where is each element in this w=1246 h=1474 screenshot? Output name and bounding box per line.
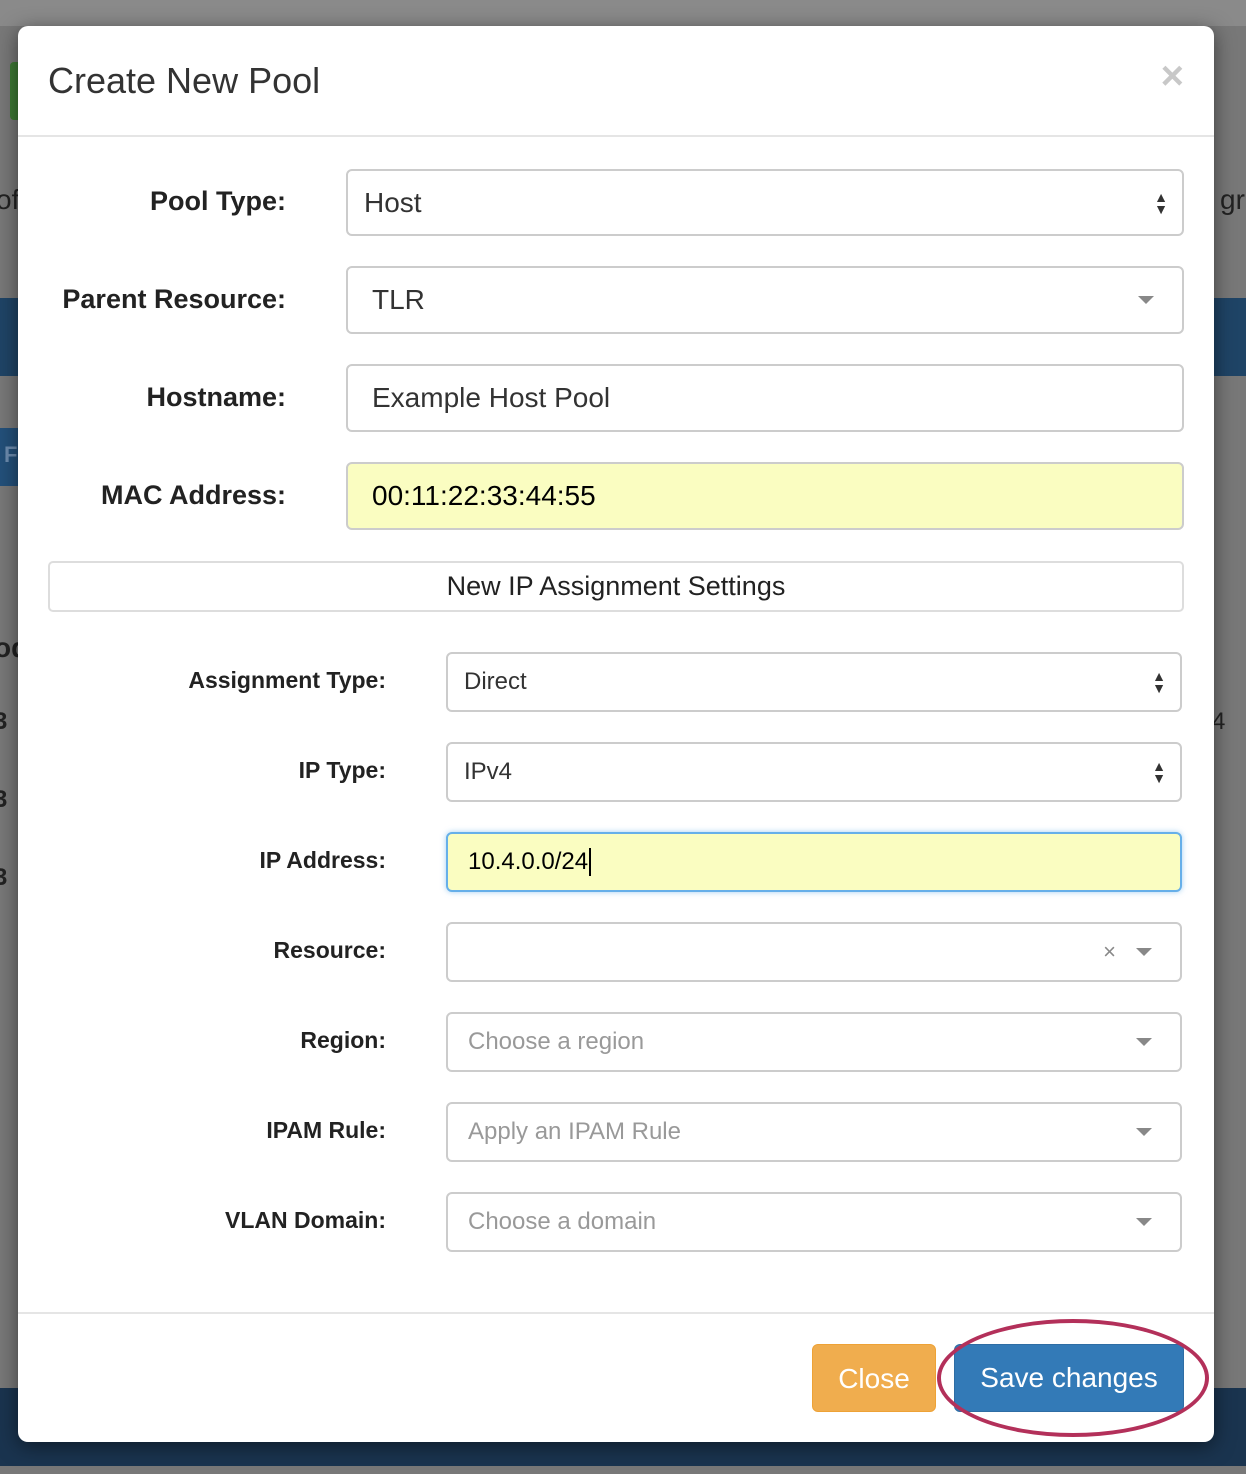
- resource-label: Resource:: [273, 937, 386, 963]
- ip-type-label: IP Type:: [298, 757, 386, 783]
- select-arrows-icon: ▲ ▼: [1152, 758, 1166, 786]
- create-pool-modal: Create New Pool × Pool Type: Host ▲ ▼ Par…: [18, 26, 1214, 1442]
- ipam-rule-placeholder: Apply an IPAM Rule: [468, 1118, 681, 1145]
- vlan-domain-placeholder: Choose a domain: [468, 1208, 657, 1235]
- assignment-type-select[interactable]: Direct ▲ ▼: [446, 652, 1182, 712]
- parent-resource-label: Parent Resource:: [62, 284, 286, 314]
- region-placeholder: Choose a region: [468, 1028, 645, 1055]
- ipam-rule-label: IPAM Rule:: [266, 1117, 386, 1143]
- select-arrows-icon: ▲ ▼: [1152, 668, 1166, 696]
- background-text: 3: [0, 786, 8, 813]
- background-text: of: [0, 184, 20, 215]
- chevron-down-icon: [1136, 1128, 1152, 1136]
- vlan-domain-label: VLAN Domain:: [225, 1207, 386, 1233]
- chevron-down-icon: [1136, 1038, 1152, 1046]
- hostname-value: Example Host Pool: [372, 382, 611, 413]
- chevron-down-icon: [1136, 1218, 1152, 1226]
- chevron-down-icon: [1138, 296, 1154, 304]
- background-text: 4: [1212, 708, 1226, 735]
- pool-type-value: Host: [364, 186, 422, 218]
- pool-type-label: Pool Type:: [149, 186, 286, 216]
- ip-address-label: IP Address:: [259, 847, 386, 873]
- assignment-type-value: Direct: [464, 668, 527, 695]
- background-topbar: [0, 0, 1246, 26]
- parent-resource-value: TLR: [372, 284, 425, 315]
- assignment-type-label: Assignment Type:: [188, 667, 386, 693]
- modal-header: Create New Pool ×: [18, 26, 1214, 137]
- ip-address-value: 10.4.0.0/24: [468, 848, 589, 875]
- ip-type-select[interactable]: IPv4 ▲ ▼: [446, 742, 1182, 802]
- hostname-label: Hostname:: [146, 382, 286, 412]
- close-button[interactable]: Close: [812, 1344, 936, 1412]
- hostname-input[interactable]: Example Host Pool: [346, 364, 1184, 432]
- region-label: Region:: [300, 1027, 386, 1053]
- chevron-down-icon: [1136, 948, 1152, 956]
- background-text: gr: [1220, 184, 1245, 215]
- mac-address-value: 00:11:22:33:44:55: [372, 480, 596, 511]
- select-arrows-icon: ▲ ▼: [1154, 188, 1168, 217]
- mac-address-label: MAC Address:: [100, 480, 286, 510]
- ipam-rule-select[interactable]: Apply an IPAM Rule: [446, 1102, 1182, 1162]
- highlight-ellipse: [937, 1319, 1209, 1437]
- resource-select[interactable]: ×: [446, 922, 1182, 982]
- text-cursor: [589, 848, 592, 876]
- mac-address-input[interactable]: 00:11:22:33:44:55: [346, 462, 1184, 530]
- vlan-domain-select[interactable]: Choose a domain: [446, 1192, 1182, 1252]
- ip-assignment-section-header: New IP Assignment Settings: [48, 561, 1184, 612]
- background-text: 3: [0, 864, 8, 891]
- background-text: 3: [0, 708, 8, 735]
- clear-icon[interactable]: ×: [1103, 939, 1116, 965]
- parent-resource-select[interactable]: TLR: [346, 266, 1184, 334]
- background-text: F: [4, 442, 18, 467]
- modal-title: Create New Pool: [48, 60, 321, 101]
- region-select[interactable]: Choose a region: [446, 1012, 1182, 1072]
- ip-address-input[interactable]: 10.4.0.0/24: [446, 832, 1182, 892]
- ip-type-value: IPv4: [464, 758, 513, 785]
- pool-type-select[interactable]: Host ▲ ▼: [346, 169, 1184, 236]
- close-icon[interactable]: ×: [1161, 54, 1184, 99]
- modal-footer: [18, 1312, 1214, 1314]
